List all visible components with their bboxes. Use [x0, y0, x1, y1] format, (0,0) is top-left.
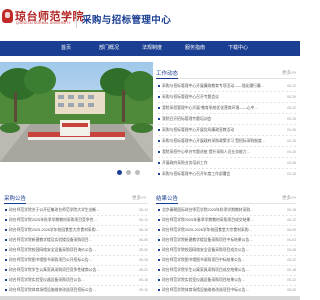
nav-item-home[interactable]: 首页 [42, 41, 90, 56]
nav-item-service-guide[interactable]: 服务指南 [171, 41, 219, 56]
row-divider [158, 91, 296, 92]
list-item[interactable]: 琼台师范学院2025年春季学期教材采购项目成交结果… 06-12 [158, 216, 296, 224]
bullet-icon [158, 279, 160, 281]
list-item[interactable]: 琼台师范学院体育场馆设施维修改造项目中标公告… 05-06 [158, 286, 296, 294]
row-divider [158, 157, 296, 158]
procurement-notice-title: 采购公告 [4, 196, 27, 202]
work-news-more-link[interactable]: 更多>> [282, 70, 296, 76]
bullet-icon [5, 209, 7, 211]
work-news-title: 工作动态 [156, 71, 179, 77]
bullet-icon [5, 239, 7, 241]
row-divider [158, 124, 296, 125]
bullet-icon [5, 229, 7, 231]
procurement-notice-more-link[interactable]: 更多>> [132, 195, 146, 201]
bullet-icon [158, 107, 160, 109]
bullet-icon [158, 259, 160, 261]
bullet-icon [158, 140, 160, 142]
campus-photo-icon [0, 62, 153, 162]
bullet-icon [158, 162, 160, 164]
campus-banner-image[interactable] [0, 62, 153, 162]
list-item[interactable]: 琼台师范学院新建教学楼设备采购项目中标结果公告… 06-03 [158, 236, 296, 244]
list-item[interactable]: 琼台师范学院校园网络安全设备采购项目询价公告… 05-30 [5, 246, 148, 254]
slider-dot-2[interactable] [126, 170, 131, 175]
list-item[interactable]: 我院采招中心举办专题讲座 提升采购人员业务能力… 04-10 [158, 148, 296, 156]
list-item[interactable]: 开展政府采购业务培训工作 03-28 [158, 159, 296, 167]
nav-item-about[interactable]: 部门概况 [85, 41, 133, 56]
procurement-notice-accent [4, 203, 26, 204]
bullet-icon [5, 249, 7, 251]
logo-divider [76, 10, 77, 28]
result-notice-title: 结果公告 [156, 196, 179, 202]
list-item[interactable]: 北京秦朝国际琼台师范学院2025年秋季学期教材采购… 06-18 [158, 206, 296, 214]
list-item[interactable]: 采购与招标管理中心召开年度工作部署会 03-15 [158, 170, 296, 178]
list-item[interactable]: 琼台师范学院体育场馆设施维修改造项目招标公告… 05-10 [5, 286, 148, 294]
row-divider [158, 146, 296, 147]
list-item[interactable]: 琼台师范学院实验室仪器设备采购项目公告… 05-16 [5, 276, 148, 284]
university-logo-english: QIONGTAI NORMAL UNIVERSITY [16, 21, 71, 25]
site-title: 采购与招标管理中心 [82, 15, 172, 26]
list-item[interactable]: 琼台师范学院图书馆图书采购项目公开招标公告… 05-26 [5, 256, 148, 264]
list-item[interactable]: 采购与招标管理中心开展廉政教育专项活动——强化履行廉… 06-12 [158, 82, 296, 90]
bullet-icon [158, 96, 160, 98]
list-item[interactable]: 琼台师范学院2025-2026学年校园食堂大宗食材采购… 06-10 [5, 226, 148, 234]
list-item[interactable]: 琼台师范学院新建教学楼及实验楼设备采购项目… 06-05 [5, 236, 148, 244]
list-item[interactable]: 我院采招管理中心开展“教育系统优化营商环境——心中… 05-22 [158, 104, 296, 112]
bullet-icon [158, 118, 160, 120]
bullet-icon [158, 249, 160, 251]
horizontal-scrollbar[interactable] [0, 296, 300, 300]
nav-item-downloads[interactable]: 下载中心 [214, 41, 262, 56]
bullet-icon [5, 219, 7, 221]
list-item[interactable]: 琼台师范学院2025年秋季学期教材采购项目竞争性… 06-12 [5, 216, 148, 224]
bullet-icon [158, 85, 160, 87]
list-item[interactable]: 琼台师范学院学生公寓家具采购项目成交结果公告… 05-18 [158, 266, 296, 274]
university-seal-icon[interactable] [2, 9, 13, 23]
bullet-icon [158, 239, 160, 241]
bullet-icon [5, 259, 7, 261]
bullet-icon [5, 289, 7, 291]
bullet-icon [158, 229, 160, 231]
list-item[interactable]: 琼台师范学院学生公寓家具采购项目竞争性磋商公告… 05-21 [5, 266, 148, 274]
list-item[interactable]: 采购与招标管理中心开展政府采购政策学习 暨招标采购制度… 04-18 [158, 137, 296, 145]
bullet-icon [158, 269, 160, 271]
bullet-icon [5, 279, 7, 281]
site-header: 琼台师范学院 QIONGTAI NORMAL UNIVERSITY 采购与招标管… [0, 0, 300, 41]
list-item[interactable]: 琼台师范学院实验室仪器设备采购项目结果公告… 05-12 [158, 276, 296, 284]
nav-item-regulations[interactable]: 法规制度 [128, 41, 176, 56]
bullet-icon [158, 151, 160, 153]
bullet-icon [5, 269, 7, 271]
list-item[interactable]: 我院召开招标管理专题培训会 05-15 [158, 115, 296, 123]
row-divider [158, 113, 296, 114]
row-divider [158, 168, 296, 169]
slider-dot-3[interactable] [135, 170, 140, 175]
bullet-icon [158, 129, 160, 131]
bullet-icon [158, 219, 160, 221]
row-divider [158, 102, 296, 103]
result-notice-more-link[interactable]: 更多>> [282, 195, 296, 201]
result-notice-accent [156, 203, 178, 204]
bullet-icon [158, 289, 160, 291]
list-item[interactable]: 采购与招标管理中心召开专题会议 05-29 [158, 93, 296, 101]
list-item[interactable]: 琼台师范学院图书馆图书采购项目中标结果公告… 05-22 [158, 256, 296, 264]
bullet-icon [158, 209, 160, 211]
slider-dot-1[interactable] [117, 170, 122, 175]
row-divider [158, 135, 296, 136]
work-news-accent [156, 78, 178, 79]
list-item[interactable]: 琼台师范学院校园网络安全设备采购项目成交公告… 05-28 [158, 246, 296, 254]
bullet-icon [158, 173, 160, 175]
list-item[interactable]: 采购与招标管理中心开展党风廉政宣教活动 04-26 [158, 126, 296, 134]
main-nav: 首页 部门概况 法规制度 服务指南 下载中心 [0, 41, 300, 56]
list-item[interactable]: 琼台师范学院关于公开征集琼台师范学院大学生创新… 06-14 [5, 206, 148, 214]
list-item[interactable]: 琼台师范学院2025-2026学年校园食堂大宗食材采购… 06-09 [158, 226, 296, 234]
